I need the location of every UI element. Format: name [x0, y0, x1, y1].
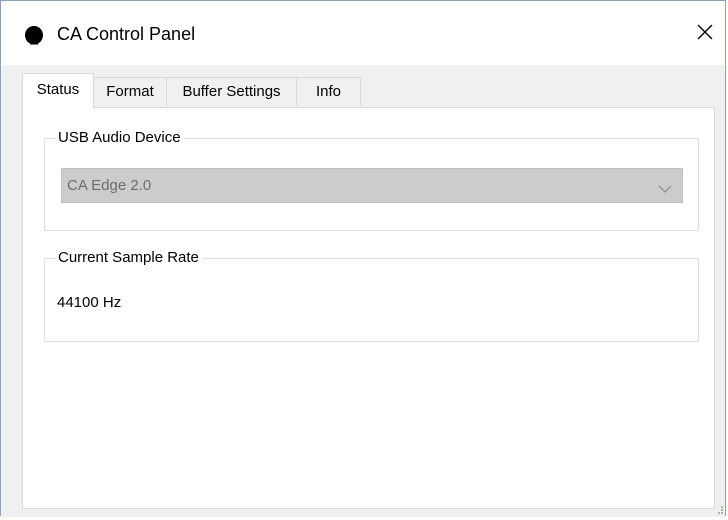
close-button[interactable] [691, 17, 719, 47]
usb-audio-device-label: USB Audio Device [55, 128, 184, 148]
app-icon [24, 25, 44, 45]
tab-status[interactable]: Status [22, 73, 94, 108]
tab-panel-status: USB Audio Device CA Edge 2.0 Current Sam… [22, 107, 715, 509]
current-sample-rate-label: Current Sample Rate [55, 248, 202, 268]
window: CA Control Panel Status Format Buffer Se… [0, 0, 726, 517]
tab-buffer-settings[interactable]: Buffer Settings [166, 77, 297, 106]
usb-audio-device-group: USB Audio Device CA Edge 2.0 [44, 128, 699, 231]
current-sample-rate-group: Current Sample Rate 44100 Hz [44, 248, 699, 342]
window-title: CA Control Panel [57, 24, 196, 44]
usb-device-dropdown[interactable]: CA Edge 2.0 [61, 168, 683, 203]
client-area: Status Format Buffer Settings Info USB A… [1, 65, 725, 517]
close-icon [697, 24, 713, 40]
tab-format[interactable]: Format [93, 77, 167, 106]
usb-device-selected-value: CA Edge 2.0 [67, 177, 152, 194]
chevron-down-icon [658, 181, 672, 193]
sample-rate-value: 44100 Hz [57, 294, 122, 311]
title-bar[interactable]: CA Control Panel [1, 1, 725, 65]
tab-info[interactable]: Info [296, 77, 361, 106]
